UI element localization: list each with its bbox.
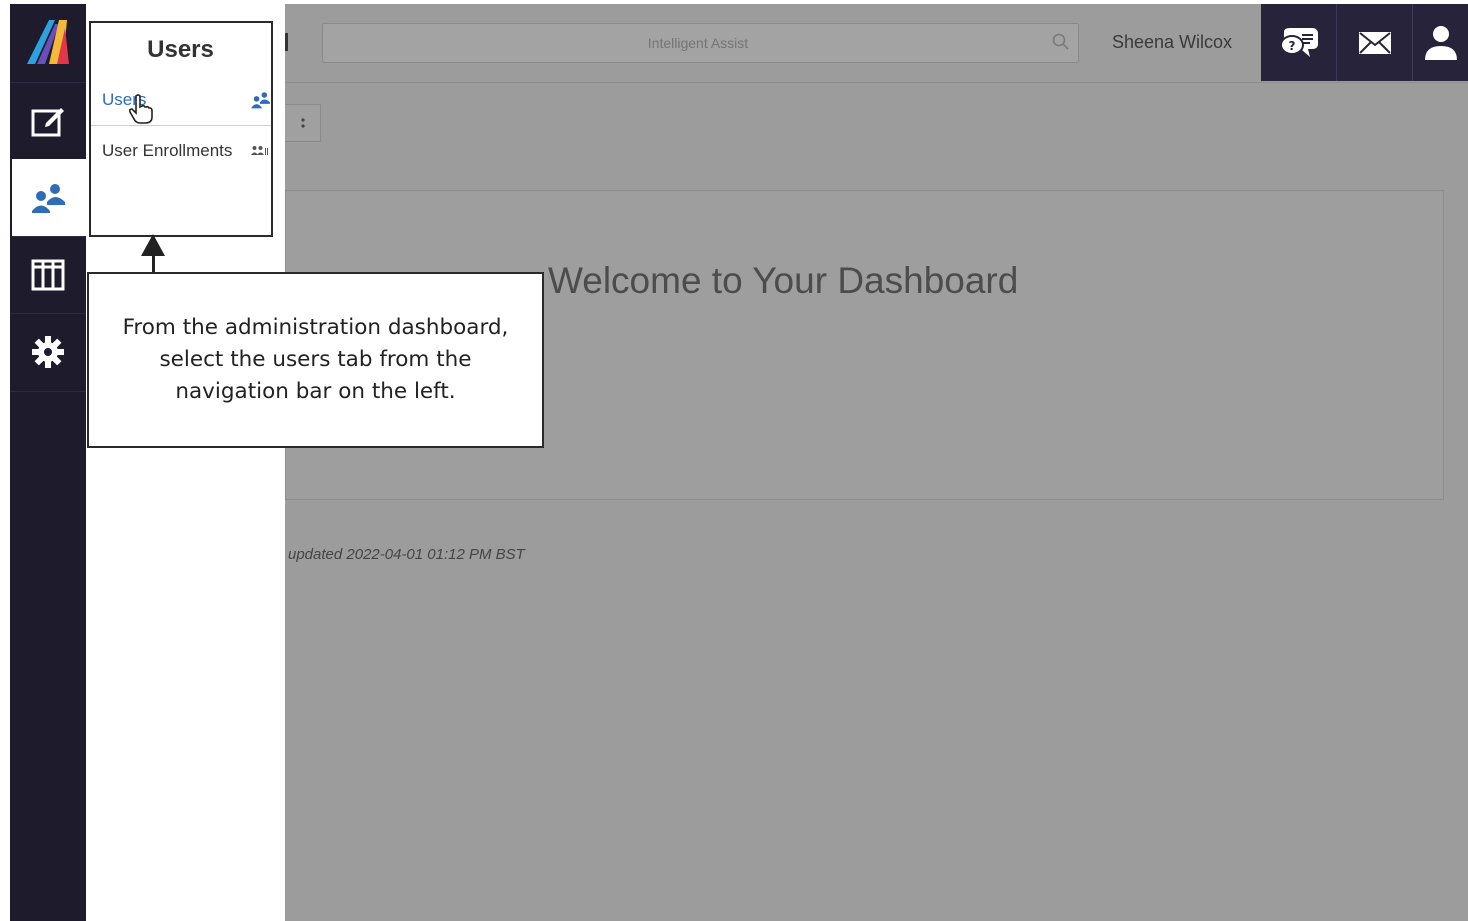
columns-icon <box>31 259 65 290</box>
user-icon <box>1424 25 1457 60</box>
help-chat-button[interactable]: ? <box>1261 4 1336 81</box>
messages-button[interactable] <box>1337 4 1412 81</box>
page-title-fragment <box>285 33 288 51</box>
instruction-callout: From the administration dashboard, selec… <box>87 272 544 448</box>
app-logo[interactable] <box>27 18 71 66</box>
sidebar-item-edit[interactable] <box>10 82 86 160</box>
user-name[interactable]: Sheena Wilcox <box>1112 32 1232 53</box>
svg-text:?: ? <box>1288 39 1295 53</box>
search-input[interactable] <box>323 24 1023 62</box>
last-updated-text: updated 2022-04-01 01:12 PM BST <box>288 546 525 563</box>
help-chat-icon: ? <box>1279 27 1318 57</box>
hand-cursor-icon <box>128 94 153 124</box>
callout-arrow-head <box>141 234 165 256</box>
search-icon[interactable] <box>1052 33 1070 51</box>
profile-button[interactable] <box>1413 4 1468 81</box>
users-icon <box>32 183 65 213</box>
gear-icon <box>32 336 64 368</box>
sidebar <box>10 4 86 921</box>
mail-icon <box>1358 31 1391 54</box>
sidebar-item-users[interactable] <box>12 159 86 237</box>
stepper-arrows-icon <box>300 118 305 128</box>
welcome-heading: Welcome to Your Dashboard <box>548 260 1019 301</box>
edit-icon <box>31 107 64 136</box>
search-box[interactable] <box>322 23 1079 63</box>
sidebar-item-columns[interactable] <box>10 236 86 314</box>
period-stepper[interactable] <box>285 104 321 142</box>
flyout-highlight-frame <box>89 21 273 237</box>
sidebar-item-settings[interactable] <box>10 313 86 392</box>
callout-text: From the administration dashboard, selec… <box>122 315 509 404</box>
